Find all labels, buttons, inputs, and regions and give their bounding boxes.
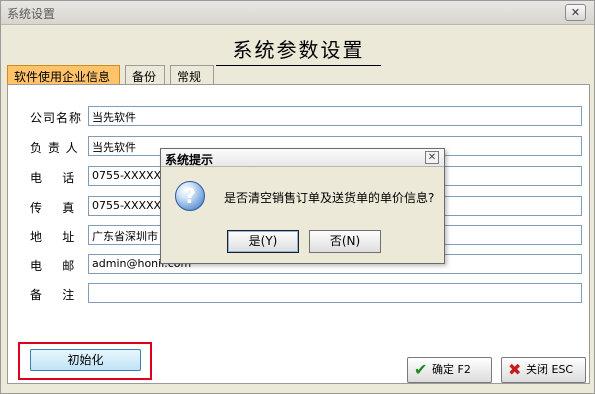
window-close-button[interactable]: ✕ [565, 4, 586, 21]
phone-label: 电 话 [30, 171, 76, 185]
no-button[interactable]: 否(N) [309, 230, 381, 253]
x-icon: ✖ [508, 360, 522, 379]
dialog-close-button[interactable]: ✕ [425, 151, 439, 164]
page-title: 系统参数设置 [216, 34, 381, 66]
yes-button[interactable]: 是(Y) [227, 230, 299, 253]
email-label: 电 邮 [30, 259, 76, 273]
confirm-dialog: 系统提示 ✕ ? 是否清空销售订单及送货单的单价信息? 是(Y) 否(N) [160, 148, 445, 264]
fax-label: 传 真 [30, 201, 76, 215]
close-icon: ✕ [570, 6, 581, 19]
ok-button-label: 确定 F2 [432, 363, 471, 376]
company-name-label: 公司名称 [30, 111, 83, 125]
check-icon: ✔ [414, 360, 428, 379]
company-name-field[interactable]: 当先软件 [88, 106, 582, 126]
window-title: 系统设置 [7, 7, 56, 21]
settings-window: 系统设置 ✕ 系统参数设置 软件使用企业信息 备份 常规 公司名称 当先软件 负… [0, 0, 595, 394]
close-button[interactable]: ✖ 关闭 ESC [501, 357, 586, 383]
close-icon: ✕ [427, 152, 437, 163]
close-button-label: 关闭 ESC [526, 363, 574, 376]
dialog-title: 系统提示 [165, 153, 214, 167]
contact-person-label: 负 责 人 [30, 141, 79, 155]
remark-field[interactable] [88, 283, 582, 303]
initialize-button[interactable]: 初始化 [30, 349, 141, 371]
tab-company-info[interactable]: 软件使用企业信息 [7, 65, 120, 85]
dialog-message: 是否清空销售订单及送货单的单价信息? [224, 191, 435, 205]
tab-backup[interactable]: 备份 [125, 65, 165, 85]
address-label: 地 址 [30, 230, 76, 244]
question-icon: ? [175, 181, 205, 211]
tab-general[interactable]: 常规 [170, 65, 214, 85]
title-bar[interactable]: 系统设置 ✕ [1, 1, 594, 25]
dialog-title-bar[interactable]: 系统提示 ✕ [161, 149, 444, 167]
remark-label: 备 注 [30, 288, 76, 302]
ok-button[interactable]: ✔ 确定 F2 [407, 357, 492, 383]
